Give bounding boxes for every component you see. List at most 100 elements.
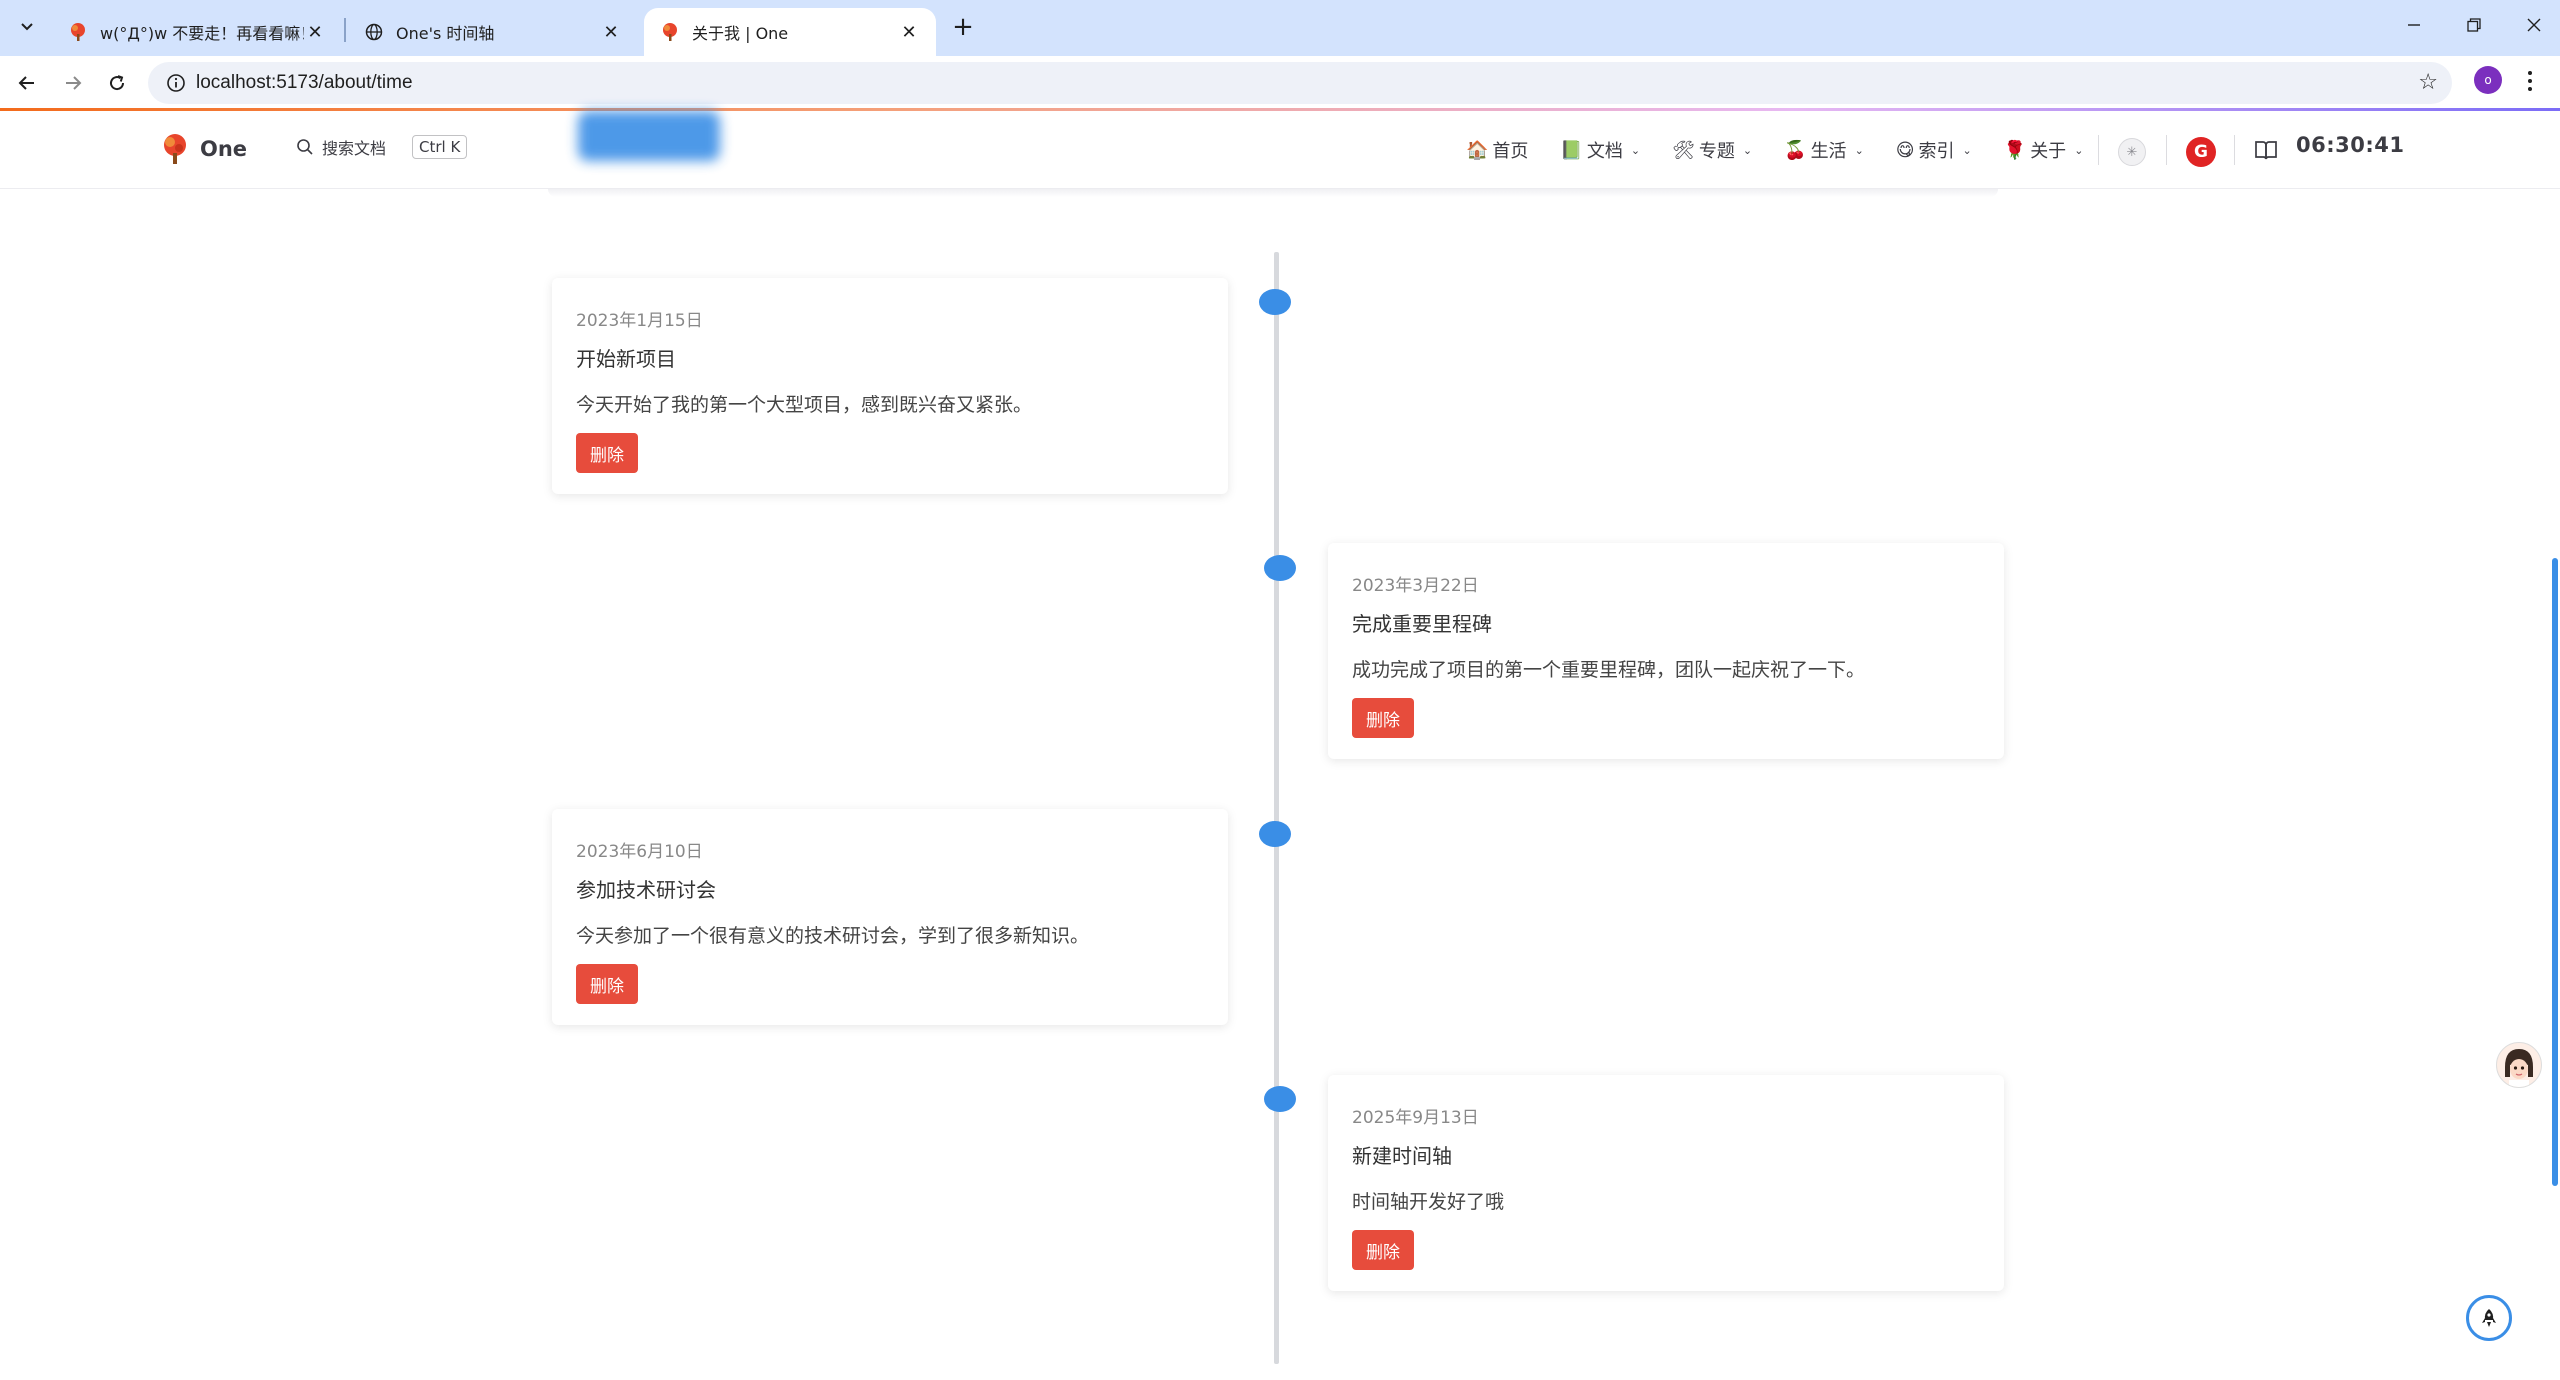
url-text[interactable]: localhost:5173/about/time: [196, 72, 413, 94]
nav-menu: 🏠 首页 📗 文档 ⌄ 🛠 专题 ⌄ 🍒 生活 ⌄ 😋 索引 ⌄ 🌹 关于 ⌄: [1466, 134, 2115, 166]
page-scrollbar-thumb[interactable]: [2552, 558, 2558, 1186]
nav-divider: [2098, 135, 2099, 165]
chevron-down-icon: ⌄: [2074, 143, 2084, 157]
nav-item-life[interactable]: 🍒 生活 ⌄: [1784, 137, 1864, 163]
tree-favicon-icon: [68, 22, 88, 42]
chevron-down-icon: ⌄: [1854, 143, 1864, 157]
timeline-title: 新建时间轴: [1352, 1144, 1452, 1168]
delete-button[interactable]: 删除: [1352, 1230, 1414, 1270]
book-icon: 📗: [1560, 139, 1583, 161]
chevron-down-icon: [20, 22, 33, 30]
window-close-button[interactable]: [2504, 0, 2560, 50]
minimize-icon: [2408, 24, 2420, 26]
timeline-card: 2023年6月10日 参加技术研讨会 今天参加了一个很有意义的技术研讨会，学到了…: [552, 809, 1228, 1025]
timeline-description: 今天开始了我的第一个大型项目，感到既兴奋又紧张。: [576, 394, 1033, 416]
timeline-dot: [1259, 289, 1291, 315]
timeline-date: 2023年6月10日: [576, 842, 703, 862]
timeline-dot: [1264, 1086, 1296, 1112]
site-name: One: [200, 137, 248, 161]
nav-item-label: 生活: [1810, 141, 1847, 162]
girl-avatar-icon: [2497, 1043, 2541, 1087]
nav-item-home[interactable]: 🏠 首页: [1466, 137, 1528, 163]
nav-item-label: 关于: [2030, 141, 2067, 162]
profile-avatar[interactable]: o: [2474, 66, 2502, 94]
nav-item-label: 首页: [1492, 141, 1529, 162]
timeline-description: 成功完成了项目的第一个重要里程碑，团队一起庆祝了一下。: [1352, 659, 1866, 681]
delete-button[interactable]: 删除: [1352, 698, 1414, 738]
site-navbar: One 搜索文档 Ctrl K 🏠 首页 📗 文档 ⌄ 🛠 专题 ⌄ 🍒 生活 …: [0, 111, 2560, 189]
delete-button[interactable]: 删除: [576, 433, 638, 473]
timeline-dot: [1259, 821, 1291, 847]
reload-button[interactable]: [100, 66, 134, 100]
header-card-edge: [548, 189, 1998, 197]
browser-toolbar: localhost:5173/about/time ☆ o: [0, 56, 2560, 110]
social-link-button[interactable]: G: [2186, 137, 2216, 167]
browser-menu-icon[interactable]: [2516, 66, 2544, 96]
search-shortcut-hint: Ctrl K: [412, 135, 468, 159]
tools-icon: 🛠: [1672, 139, 1695, 161]
tab-title: w(°Д°)w 不要走！再看看嘛！: [100, 24, 304, 43]
timeline-title: 完成重要里程碑: [1352, 612, 1492, 636]
new-tab-button[interactable]: +: [948, 12, 978, 42]
close-tab-icon[interactable]: ✕: [898, 21, 920, 43]
sun-icon: ✳: [2126, 144, 2138, 160]
restore-button[interactable]: [2444, 0, 2504, 50]
site-info-icon[interactable]: [156, 73, 196, 93]
arrow-right-icon: [66, 76, 82, 90]
timeline-card: 2023年3月22日 完成重要里程碑 成功完成了项目的第一个重要里程碑，团队一起…: [1328, 543, 2004, 759]
nav-divider: [2166, 135, 2167, 165]
timeline-axis: [1274, 252, 1279, 1364]
close-tab-icon[interactable]: ✕: [600, 21, 622, 43]
search-icon: [297, 139, 313, 155]
back-button[interactable]: [10, 66, 44, 100]
reading-mode-button[interactable]: [2253, 137, 2279, 163]
blurred-banner-button: [578, 111, 720, 161]
globe-icon: [364, 22, 384, 42]
rose-icon: 🌹: [2003, 139, 2027, 161]
nav-item-label: 索引: [1918, 141, 1955, 162]
tab-title: 关于我 | One: [692, 24, 789, 43]
nav-item-label: 文档: [1586, 141, 1623, 162]
timeline-description: 时间轴开发好了哦: [1352, 1191, 1505, 1213]
restore-icon: [2467, 18, 2481, 32]
tab-separator: [344, 18, 346, 42]
address-bar[interactable]: localhost:5173/about/time ☆: [148, 62, 2452, 104]
delete-button[interactable]: 删除: [576, 964, 638, 1004]
browser-tab-2[interactable]: One's 时间轴 ✕: [348, 8, 638, 56]
minimize-button[interactable]: [2384, 0, 2444, 50]
nav-item-about[interactable]: 🌹 关于 ⌄: [2004, 137, 2084, 163]
forward-button[interactable]: [56, 66, 90, 100]
chevron-down-icon: ⌄: [1630, 143, 1641, 157]
close-tab-icon[interactable]: ✕: [304, 21, 326, 43]
nav-item-topics[interactable]: 🛠 专题 ⌄: [1672, 137, 1752, 163]
chat-avatar-button[interactable]: [2496, 1042, 2542, 1088]
chevron-down-icon: ⌄: [1962, 143, 1972, 157]
tab-search-button[interactable]: [10, 10, 43, 43]
open-book-icon: [2255, 141, 2277, 160]
tab-title: One's 时间轴: [396, 24, 495, 43]
doc-search-button[interactable]: 搜索文档 Ctrl K: [296, 135, 468, 159]
timeline-card: 2023年1月15日 开始新项目 今天开始了我的第一个大型项目，感到既兴奋又紧张…: [552, 278, 1228, 494]
house-icon: 🏠: [1466, 139, 1489, 161]
clock-display: 06:30:41: [2296, 133, 2405, 157]
rocket-icon: [2482, 1309, 2496, 1327]
search-placeholder: 搜索文档: [322, 139, 387, 158]
back-to-top-button[interactable]: [2466, 1295, 2512, 1341]
theme-toggle-button[interactable]: ✳: [2118, 138, 2146, 166]
reload-icon: [110, 75, 125, 91]
timeline-dot: [1264, 555, 1296, 581]
tree-favicon-icon: [660, 22, 680, 42]
timeline-date: 2023年1月15日: [576, 311, 703, 331]
timeline-title: 参加技术研讨会: [576, 878, 716, 902]
timeline-card: 2025年9月13日 新建时间轴 时间轴开发好了哦 删除: [1328, 1075, 2004, 1291]
nav-item-index[interactable]: 😋 索引 ⌄: [1896, 137, 1972, 163]
bookmark-star-icon[interactable]: ☆: [2418, 70, 2438, 95]
browser-tab-active[interactable]: 关于我 | One ✕: [644, 8, 936, 56]
cherry-icon: 🍒: [1784, 139, 1807, 161]
browser-tab-1[interactable]: w(°Д°)w 不要走！再看看嘛！ ✕: [52, 8, 342, 56]
timeline-description: 今天参加了一个很有意义的技术研讨会，学到了很多新知识。: [576, 925, 1090, 947]
site-logo[interactable]: One: [160, 133, 247, 165]
nav-divider: [2234, 135, 2235, 165]
arrow-left-icon: [18, 76, 34, 90]
nav-item-docs[interactable]: 📗 文档 ⌄: [1560, 137, 1640, 163]
